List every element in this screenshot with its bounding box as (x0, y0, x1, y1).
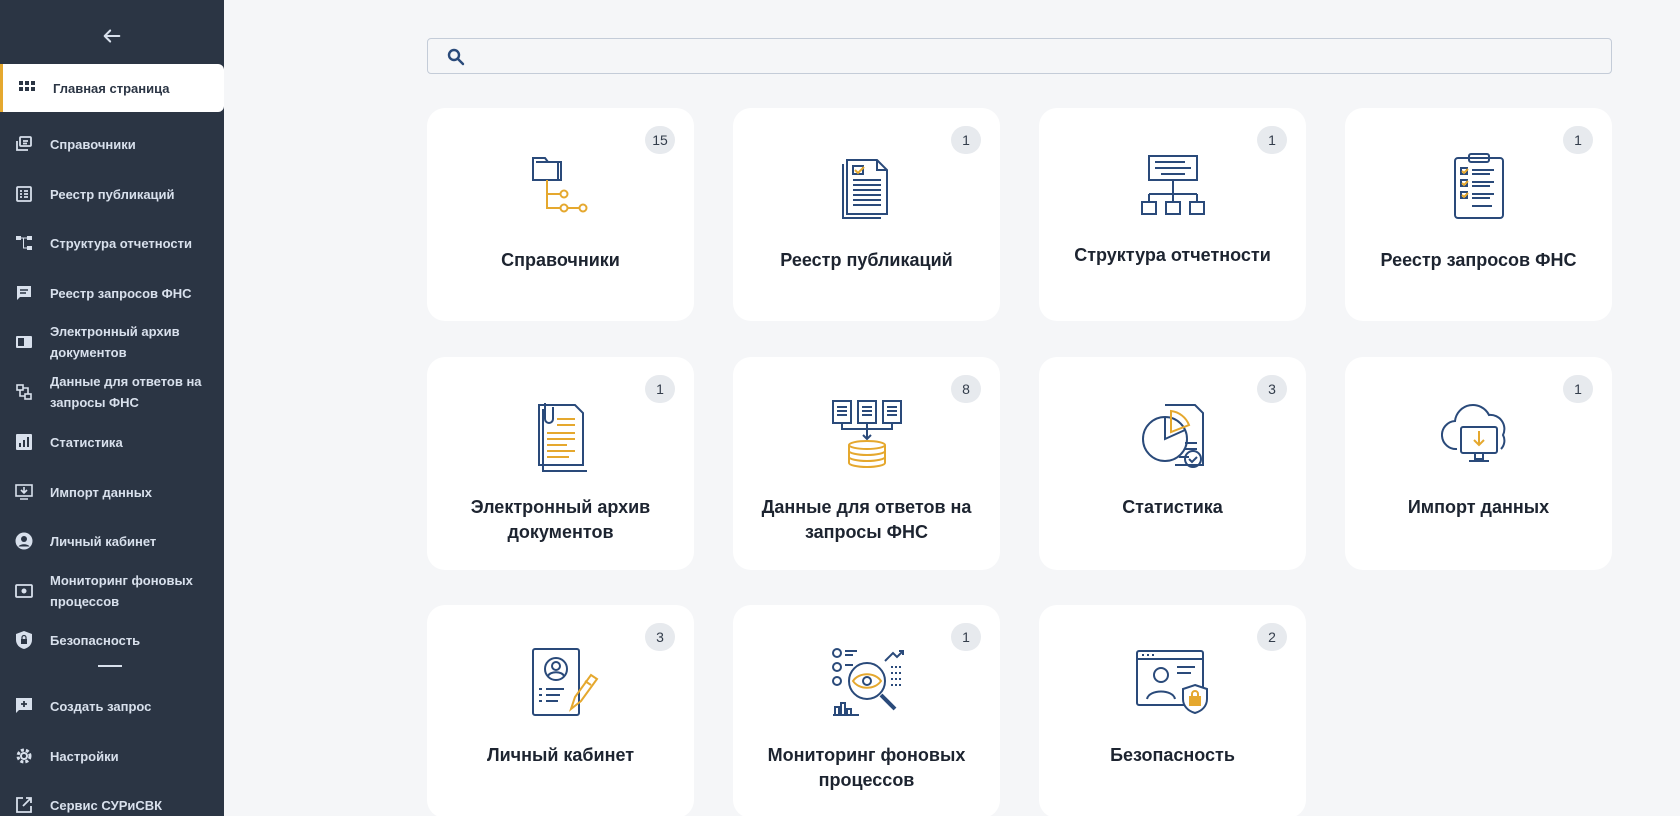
card-title: Электронный архив документов (470, 497, 651, 542)
monitor-icon (14, 581, 34, 601)
sidebar-item-label: Структура отчетности (50, 235, 192, 251)
pie-report-icon (1142, 404, 1204, 468)
sidebar-item-security[interactable]: Безопасность (0, 629, 224, 651)
sidebar-item-label: Импорт данных (50, 484, 153, 500)
card-title: Реестр публикаций (780, 250, 953, 270)
paper-archive-icon (538, 403, 587, 472)
count-badge: 8 (951, 375, 981, 403)
sidebar-item-archive[interactable]: Электронный архив документов (0, 321, 224, 363)
sidebar-divider (98, 665, 122, 667)
org-chart-icon (1141, 155, 1205, 215)
sidebar-item-monitoring[interactable]: Мониторинг фоновых процессов (0, 570, 224, 612)
sidebar-item-label: Реестр публикаций (50, 186, 175, 202)
profile-edit-icon (532, 648, 599, 716)
document-icon (842, 159, 888, 219)
card-title: Импорт данных (1407, 497, 1550, 517)
card-title: Справочники (501, 250, 620, 270)
hierarchy-icon (14, 233, 34, 253)
sidebar-header (0, 0, 224, 62)
count-badge: 1 (645, 375, 675, 403)
sidebar-item-label: Настройки (50, 748, 119, 764)
user-circle-icon (14, 531, 34, 551)
count-badge: 3 (645, 623, 675, 651)
grid-icon (17, 78, 37, 98)
copy-icon (14, 134, 34, 154)
card-title: Статистика (1122, 497, 1223, 517)
sidebar-item-label: Данные для ответов на запросы ФНС (50, 374, 202, 410)
sidebar-item-label: Создать запрос (50, 698, 152, 714)
sidebar-item-label: Главная страница (53, 80, 170, 96)
card-archive[interactable]: 1 Электронный архив документов (427, 357, 694, 570)
import-icon (14, 482, 34, 502)
card-monitoring[interactable]: 1 Мониторинг фоновых процессов (733, 605, 1000, 816)
count-badge: 1 (1257, 126, 1287, 154)
count-badge: 1 (951, 623, 981, 651)
card-security[interactable]: 2 Безопасность (1039, 605, 1306, 816)
sidebar-item-label: Электронный архив документов (50, 324, 180, 360)
count-badge: 3 (1257, 375, 1287, 403)
card-import[interactable]: 1 Импорт данных (1345, 357, 1612, 570)
count-badge: 2 (1257, 623, 1287, 651)
sidebar-item-label: Справочники (50, 136, 136, 152)
card-title: Структура отчетности (1074, 245, 1271, 265)
gear-icon (14, 746, 34, 766)
sidebar-item-fns-data[interactable]: Данные для ответов на запросы ФНС (0, 371, 224, 413)
bar-chart-icon (14, 432, 34, 452)
sidebar-item-create-request[interactable]: Создать запрос (0, 695, 224, 717)
sidebar-item-label: Статистика (50, 434, 123, 450)
sidebar-item-label: Мониторинг фоновых процессов (50, 573, 193, 609)
sidebar-item-label: Реестр запросов ФНС (50, 285, 192, 301)
list-icon (14, 184, 34, 204)
collapse-sidebar-button[interactable] (100, 24, 124, 48)
archive-icon (14, 332, 34, 352)
sidebar-item-dictionaries[interactable]: Справочники (0, 133, 224, 155)
card-dictionaries[interactable]: 15 Справочники (427, 108, 694, 321)
card-title: Данные для ответов на запросы ФНС (761, 497, 972, 542)
folder-tree-icon (532, 157, 588, 213)
card-statistics[interactable]: 3 Статистика (1039, 357, 1306, 570)
sidebar-item-settings[interactable]: Настройки (0, 745, 224, 767)
card-profile[interactable]: 3 Личный кабинет (427, 605, 694, 816)
search-icon (447, 48, 465, 66)
sidebar: Главная страница Справочники Реестр публ… (0, 0, 224, 816)
sidebar-item-label: Безопасность (50, 632, 141, 648)
count-badge: 1 (951, 126, 981, 154)
card-publications[interactable]: 1 Реестр публикаций (733, 108, 1000, 321)
clipboard-checklist-icon (1454, 153, 1504, 219)
arrow-left-icon (103, 29, 121, 43)
sidebar-item-home[interactable]: Главная страница (0, 64, 224, 112)
sidebar-item-external-service[interactable]: Сервис СУРиСВК (0, 794, 224, 816)
documents-database-icon (832, 400, 902, 469)
secure-profile-icon (1136, 650, 1208, 715)
count-badge: 15 (645, 126, 675, 154)
card-fns-requests[interactable]: 1 Реестр запросов ФНС (1345, 108, 1612, 321)
add-chat-icon (14, 696, 34, 716)
card-title: Личный кабинет (486, 745, 635, 765)
card-report-structure[interactable]: 1 Структура отчетности (1039, 108, 1306, 321)
search-bar (427, 38, 1612, 74)
chat-lines-icon (14, 283, 34, 303)
sidebar-item-fns-requests[interactable]: Реестр запросов ФНС (0, 282, 224, 304)
data-flow-icon (14, 382, 34, 402)
card-title: Безопасность (1110, 745, 1235, 765)
card-fns-data[interactable]: 8 Данные для ответов на запросы ФНС (733, 357, 1000, 570)
card-title: Мониторинг фоновых процессов (767, 745, 966, 790)
count-badge: 1 (1563, 375, 1593, 403)
shield-lock-icon (14, 630, 34, 650)
count-badge: 1 (1563, 126, 1593, 154)
sidebar-item-report-structure[interactable]: Структура отчетности (0, 232, 224, 254)
eye-analytics-icon (832, 648, 904, 716)
sidebar-item-import[interactable]: Импорт данных (0, 481, 224, 503)
card-title: Реестр запросов ФНС (1380, 250, 1577, 270)
sidebar-item-profile[interactable]: Личный кабинет (0, 530, 224, 552)
sidebar-item-statistics[interactable]: Статистика (0, 431, 224, 453)
sidebar-item-publications[interactable]: Реестр публикаций (0, 183, 224, 205)
sidebar-item-label: Сервис СУРиСВК (50, 797, 163, 813)
cloud-download-icon (1441, 404, 1506, 462)
sidebar-item-label: Личный кабинет (50, 533, 157, 549)
search-input[interactable] (478, 39, 1601, 73)
external-link-icon (14, 795, 34, 815)
